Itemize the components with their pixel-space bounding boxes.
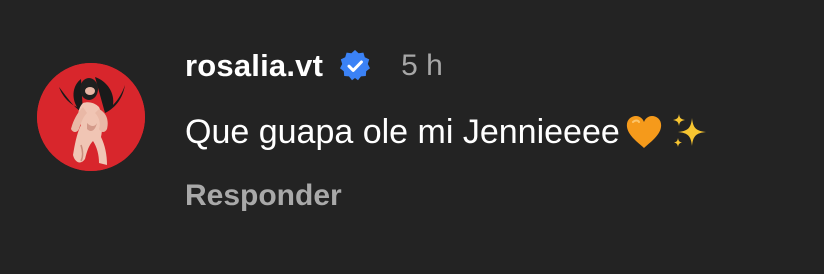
verified-badge-icon (337, 48, 373, 84)
username[interactable]: rosalia.vt (185, 48, 323, 84)
sparkles-emoji (668, 110, 712, 154)
orange-heart-emoji (622, 110, 666, 154)
timestamp: 5 h (401, 49, 443, 82)
comment-header: rosalia.vt 5 h (185, 44, 443, 88)
comment-text: Que guapa ole mi Jennieeee (185, 112, 620, 151)
comment-body: Que guapa ole mi Jennieeee (185, 108, 712, 156)
reply-button[interactable]: Responder (185, 176, 342, 216)
avatar[interactable] (37, 63, 145, 171)
comment-item: rosalia.vt 5 h Que guapa ole mi Jennieee… (0, 0, 824, 274)
avatar-image (37, 63, 145, 171)
